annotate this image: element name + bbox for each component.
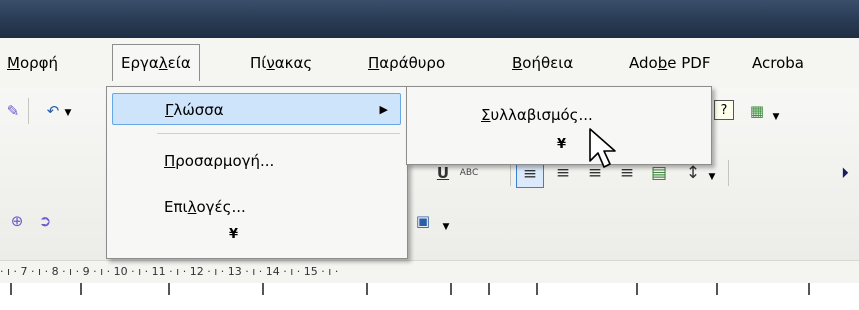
expand-menu-icon[interactable]: ¥ [557,137,566,152]
menu-label-part: ακας [274,54,313,72]
text-fragment [636,283,638,295]
menu-label-part: Πί [250,54,267,72]
menu-label-part: Acroba [752,54,804,72]
format-painter-icon[interactable]: ✎ [2,100,24,122]
horizontal-ruler[interactable]: · ı · 7 · ı · 8 · ı · 9 · ı · 10 · ı · 1… [0,260,859,284]
menu-item-label: Γλώσσα [165,94,224,126]
text-direction-icon[interactable]: ⏵ [834,162,856,184]
menu-item-label: Επιλογές... [164,191,246,223]
promote-icon[interactable]: ⊕ [6,210,28,232]
overflow-arrow-icon[interactable]: ▼ [770,106,782,128]
text-fragment [366,283,368,295]
undo-dropdown-arrow-icon[interactable]: ▼ [62,102,74,124]
tools-dropdown-menu: Γλώσσα ▶ Προσαρμογή... Επιλογές... ¥ [106,86,408,259]
demote-icon[interactable]: ➲ [34,210,56,232]
language-submenu: Συλλαβισμός... ¥ [406,86,712,165]
menu-tools[interactable]: Εργαλεία [112,44,200,81]
expand-menu-icon[interactable]: ¥ [229,227,238,242]
undo-icon[interactable]: ↶ [42,100,64,122]
menu-accelerator: λ [158,54,168,72]
text-fragment [808,283,810,295]
menu-format[interactable]: Μορφή [7,50,58,76]
text-fragment [168,283,170,295]
menu-item-customize[interactable]: Προσαρμογή... [112,145,401,177]
text-fragment [488,283,490,295]
menu-item-language[interactable]: Γλώσσα ▶ [112,93,401,125]
text-fragment [10,283,12,295]
strikethrough-icon[interactable]: ABC [458,162,480,184]
image-icon[interactable]: ▦ [746,100,768,122]
text-fragment [262,283,264,295]
menu-separator [157,133,400,134]
menu-label-part: e PDF [667,54,711,72]
document-area[interactable] [0,283,859,310]
underline-icon[interactable]: U [432,162,454,184]
menu-label-part: Εργα [121,54,159,72]
menu-adobe-pdf[interactable]: Adobe PDF [629,50,710,76]
menu-accelerator: b [657,54,668,72]
text-fragment [716,283,718,295]
text-fragment [80,283,82,295]
menu-item-label: Προσαρμογή... [164,145,274,177]
menu-label-part: ορφή [19,54,59,72]
submenu-arrow-icon: ▶ [379,103,388,116]
picture-icon[interactable]: ▣ [412,210,434,232]
menu-item-label: Συλλαβισμός... [481,99,593,131]
mouse-cursor-icon [588,127,622,175]
text-fragment [450,283,452,295]
menu-accelerator: Β [512,54,523,72]
help-icon[interactable]: ? [714,100,734,120]
menu-accelerator: Π [368,54,380,72]
toolbar-separator [28,98,29,124]
menu-label-part: Επι [164,198,188,216]
menu-label-part: υλλαβισμός... [490,106,593,124]
menu-label-part: ογές... [196,198,246,216]
menu-label-part: ροσαρμογή... [175,152,275,170]
line-spacing-arrow-icon[interactable]: ▼ [706,166,718,188]
menu-table[interactable]: Πίνακας [250,50,312,76]
picture-arrow-icon[interactable]: ▼ [440,216,452,238]
menu-window[interactable]: Παράθυρο [368,50,445,76]
menu-accelerator: Π [164,152,176,170]
ruler-scale: · ı · 7 · ı · 8 · ı · 9 · ı · 10 · ı · 1… [0,265,339,278]
menu-bar: Μορφή Εργαλεία Πίνακας Παράθυρο Βοήθεια … [0,38,859,89]
menu-acrobat[interactable]: Acroba [752,50,804,76]
menu-accelerator: ν [266,54,275,72]
menu-label-part: εία [167,54,191,72]
menu-label-part: αράθυρο [379,54,446,72]
text-fragment [536,283,538,295]
menu-help[interactable]: Βοήθεια [512,50,573,76]
window-title-bar [0,0,859,38]
toolbar-separator [728,160,729,186]
menu-item-options[interactable]: Επιλογές... [112,191,401,223]
menu-label-part: Ado [629,54,658,72]
menu-label-part: λώσσα [173,101,224,119]
menu-label-part: οήθεια [522,54,574,72]
menu-accelerator: Μ [7,54,20,72]
